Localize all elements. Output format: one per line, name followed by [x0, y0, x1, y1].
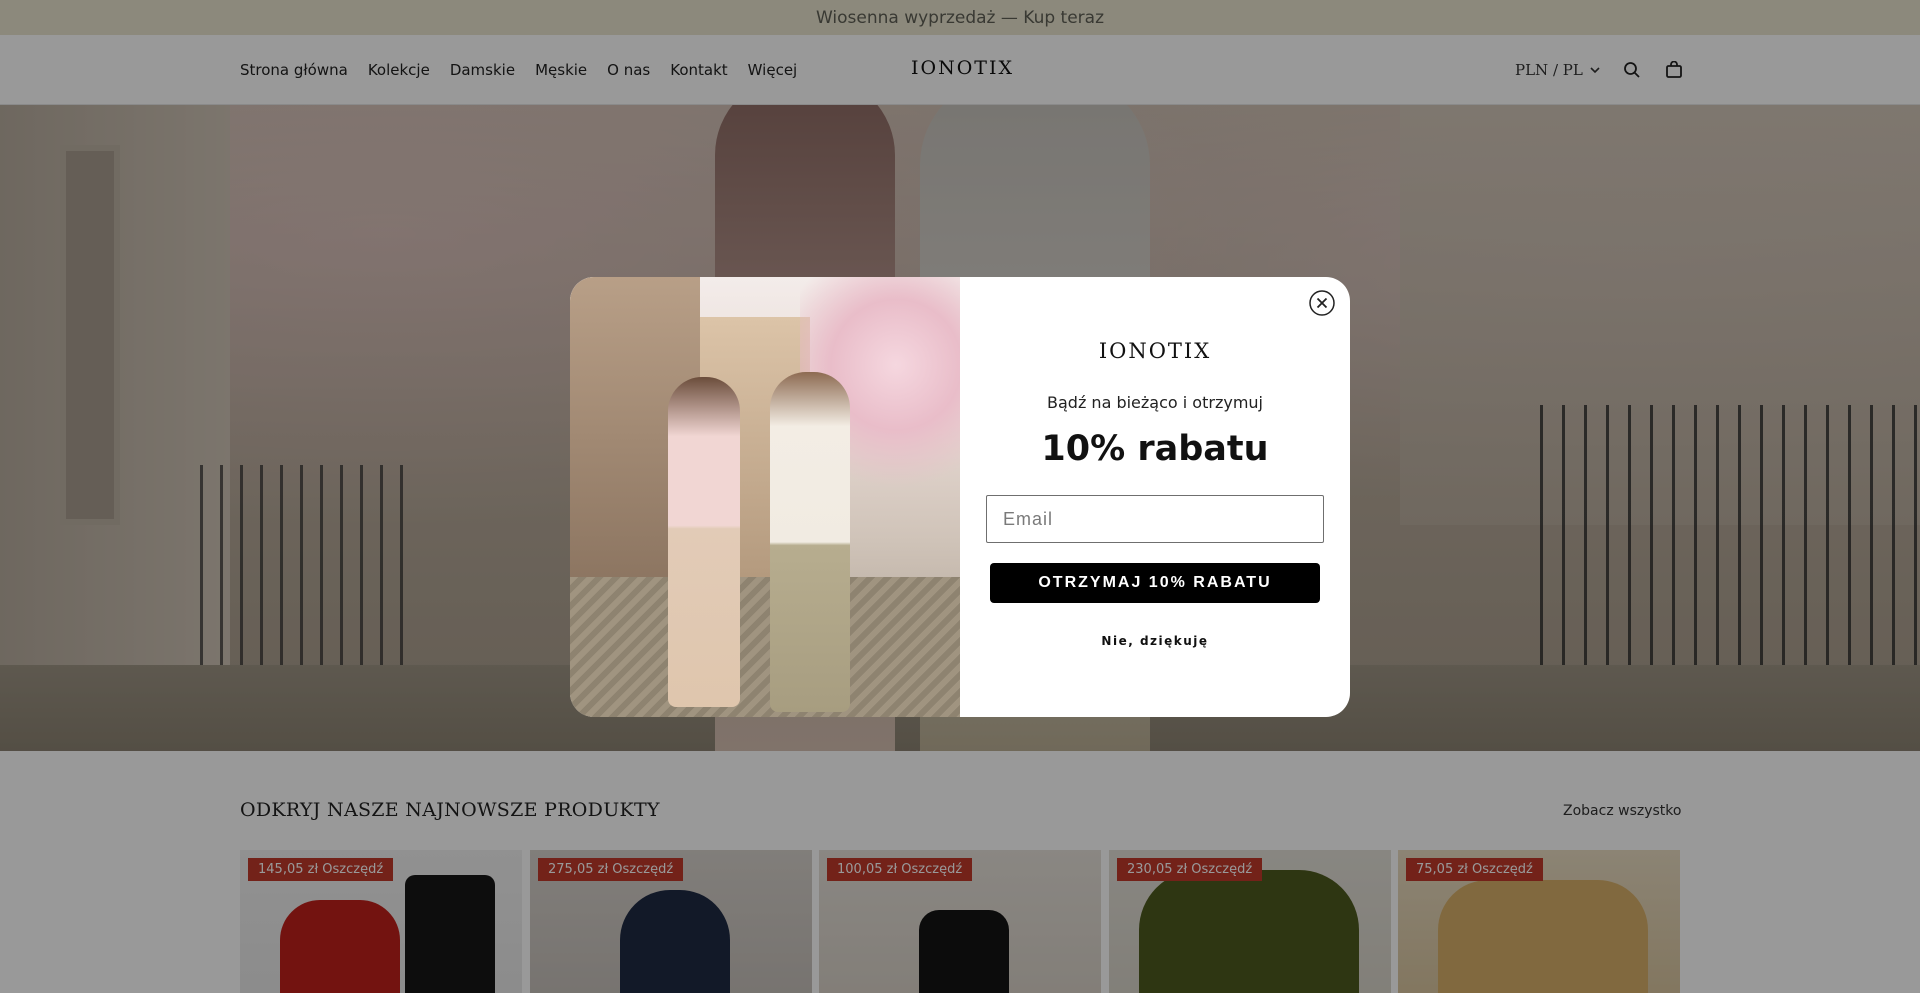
popup-image	[570, 277, 960, 717]
popup-offer: 10% rabatu	[1041, 429, 1269, 469]
close-icon	[1309, 290, 1335, 316]
popup-form: IONOTIX Bądź na bieżąco i otrzymuj 10% r…	[960, 277, 1350, 717]
popup-subtitle: Bądź na bieżąco i otrzymuj	[1047, 393, 1263, 412]
popup-logo: IONOTIX	[1098, 339, 1212, 363]
popup-image-street	[570, 577, 960, 717]
close-popup-button[interactable]	[1308, 289, 1336, 317]
newsletter-popup: IONOTIX Bądź na bieżąco i otrzymuj 10% r…	[570, 277, 1350, 717]
get-discount-button[interactable]: OTRZYMAJ 10% RABATU	[990, 563, 1320, 603]
popup-image-man	[770, 372, 850, 712]
decline-button[interactable]: Nie, dziękuję	[960, 634, 1350, 648]
popup-image-woman	[668, 377, 740, 707]
email-input[interactable]	[986, 495, 1324, 543]
